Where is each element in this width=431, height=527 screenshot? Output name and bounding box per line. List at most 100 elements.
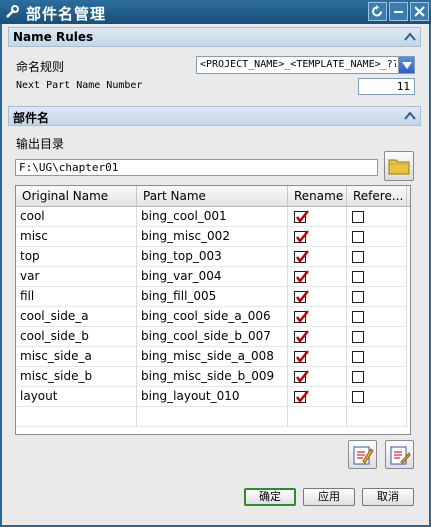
original-name-cell[interactable]: misc_side_a <box>16 347 137 367</box>
next-number-input[interactable]: 11 <box>358 78 415 95</box>
original-name-cell[interactable]: misc_side_b <box>16 367 137 387</box>
cancel-button[interactable]: 取消 <box>362 488 414 506</box>
rename-checkbox[interactable] <box>294 330 309 343</box>
browse-folder-button[interactable] <box>384 151 414 181</box>
part-name-cell[interactable]: bing_misc_002 <box>137 227 288 247</box>
reference-checkbox[interactable] <box>352 351 364 363</box>
reference-checkbox[interactable] <box>352 371 364 383</box>
checkmark-icon <box>296 390 309 403</box>
table-row[interactable]: var bing_var_004 <box>16 267 410 287</box>
table-row[interactable]: fill bing_fill_005 <box>16 287 410 307</box>
naming-rule-dropdown-button[interactable] <box>398 57 414 73</box>
apply-button[interactable]: 应用 <box>303 488 355 506</box>
reference-checkbox[interactable] <box>352 231 364 243</box>
ok-button[interactable]: 确定 <box>244 488 296 506</box>
chevron-down-icon <box>402 62 412 69</box>
empty-cell[interactable] <box>16 407 137 427</box>
reset-button[interactable] <box>368 2 387 21</box>
naming-rule-select[interactable]: <PROJECT_NAME>_<TEMPLATE_NAME>_?? <box>196 56 415 74</box>
reference-checkbox[interactable] <box>352 311 364 323</box>
rename-cell <box>288 267 347 287</box>
part-name-header[interactable]: 部件名 <box>8 106 421 126</box>
part-name-cell[interactable]: bing_cool_side_a_006 <box>137 307 288 327</box>
table-row[interactable]: layout bing_layout_010 <box>16 387 410 407</box>
original-name-cell[interactable]: layout <box>16 387 137 407</box>
table-row[interactable]: top bing_top_003 <box>16 247 410 267</box>
checkmark-icon <box>296 350 309 363</box>
table-row[interactable]: cool_side_a bing_cool_side_a_006 <box>16 307 410 327</box>
reference-checkbox[interactable] <box>352 391 364 403</box>
part-name-cell[interactable]: bing_fill_005 <box>137 287 288 307</box>
name-rules-title: Name Rules <box>13 30 94 44</box>
minimize-icon <box>394 11 403 13</box>
part-name-cell[interactable]: bing_top_003 <box>137 247 288 267</box>
part-table[interactable]: Original Name Part Name Rename Refere...… <box>15 185 411 435</box>
part-name-cell[interactable]: bing_misc_side_a_008 <box>137 347 288 367</box>
rename-checkbox[interactable] <box>294 390 309 403</box>
checkmark-icon <box>296 250 309 263</box>
checkmark-icon <box>296 310 309 323</box>
table-row[interactable]: misc_side_a bing_misc_side_a_008 <box>16 347 410 367</box>
edit-list-button[interactable] <box>348 440 377 469</box>
original-name-cell[interactable]: misc <box>16 227 137 247</box>
part-name-cell[interactable]: bing_cool_side_b_007 <box>137 327 288 347</box>
original-name-cell[interactable]: cool_side_a <box>16 307 137 327</box>
reference-checkbox[interactable] <box>352 331 364 343</box>
reference-cell <box>347 207 407 227</box>
window-title: 部件名管理 <box>26 5 107 23</box>
reference-checkbox[interactable] <box>352 251 364 263</box>
empty-cell[interactable] <box>137 407 288 427</box>
rename-checkbox[interactable] <box>294 210 309 223</box>
rename-checkbox[interactable] <box>294 270 309 283</box>
rename-checkbox[interactable] <box>294 310 309 323</box>
name-rules-header[interactable]: Name Rules <box>8 27 421 47</box>
original-name-cell[interactable]: cool_side_b <box>16 327 137 347</box>
chevron-up-icon[interactable] <box>402 30 418 44</box>
table-row[interactable]: cool bing_cool_001 <box>16 207 410 227</box>
part-name-cell[interactable]: bing_var_004 <box>137 267 288 287</box>
rename-checkbox[interactable] <box>294 370 309 383</box>
original-name-cell[interactable]: fill <box>16 287 137 307</box>
output-dir-label: 输出目录 <box>16 137 65 151</box>
table-row[interactable]: misc_side_b bing_misc_side_b_009 <box>16 367 410 387</box>
table-row[interactable]: cool_side_b bing_cool_side_b_007 <box>16 327 410 347</box>
rename-cell <box>288 207 347 227</box>
checkmark-icon <box>296 210 309 223</box>
column-reference[interactable]: Refere... <box>347 186 407 207</box>
rename-cell <box>288 367 347 387</box>
reference-checkbox[interactable] <box>352 211 364 223</box>
rename-list-button[interactable] <box>385 440 414 469</box>
rename-cell <box>288 227 347 247</box>
rename-list-icon <box>390 446 411 465</box>
table-row[interactable]: misc bing_misc_002 <box>16 227 410 247</box>
column-rename[interactable]: Rename <box>288 186 347 207</box>
reference-cell <box>347 267 407 287</box>
minimize-button[interactable] <box>389 2 408 21</box>
rename-checkbox[interactable] <box>294 230 309 243</box>
reset-icon <box>372 5 382 17</box>
rename-checkbox[interactable] <box>294 290 309 303</box>
part-name-title: 部件名 <box>13 111 50 125</box>
checkmark-icon <box>296 330 309 343</box>
output-dir-input[interactable]: F:\UG\chapter01 <box>15 159 378 176</box>
next-number-label: Next Part Name Number <box>16 80 143 91</box>
rename-checkbox[interactable] <box>294 250 309 263</box>
part-name-cell[interactable]: bing_layout_010 <box>137 387 288 407</box>
reference-checkbox[interactable] <box>352 291 364 303</box>
checkmark-icon <box>296 230 309 243</box>
original-name-cell[interactable]: cool <box>16 207 137 227</box>
checkmark-icon <box>296 370 309 383</box>
original-name-cell[interactable]: top <box>16 247 137 267</box>
original-name-cell[interactable]: var <box>16 267 137 287</box>
chevron-up-icon[interactable] <box>402 109 418 123</box>
rename-cell <box>288 287 347 307</box>
table-row[interactable] <box>16 407 410 427</box>
reference-checkbox[interactable] <box>352 271 364 283</box>
column-original-name[interactable]: Original Name <box>16 186 137 207</box>
rename-checkbox[interactable] <box>294 350 309 363</box>
rename-cell <box>288 347 347 367</box>
close-button[interactable] <box>410 2 429 21</box>
part-name-cell[interactable]: bing_misc_side_b_009 <box>137 367 288 387</box>
column-part-name[interactable]: Part Name <box>137 186 288 207</box>
part-name-cell[interactable]: bing_cool_001 <box>137 207 288 227</box>
